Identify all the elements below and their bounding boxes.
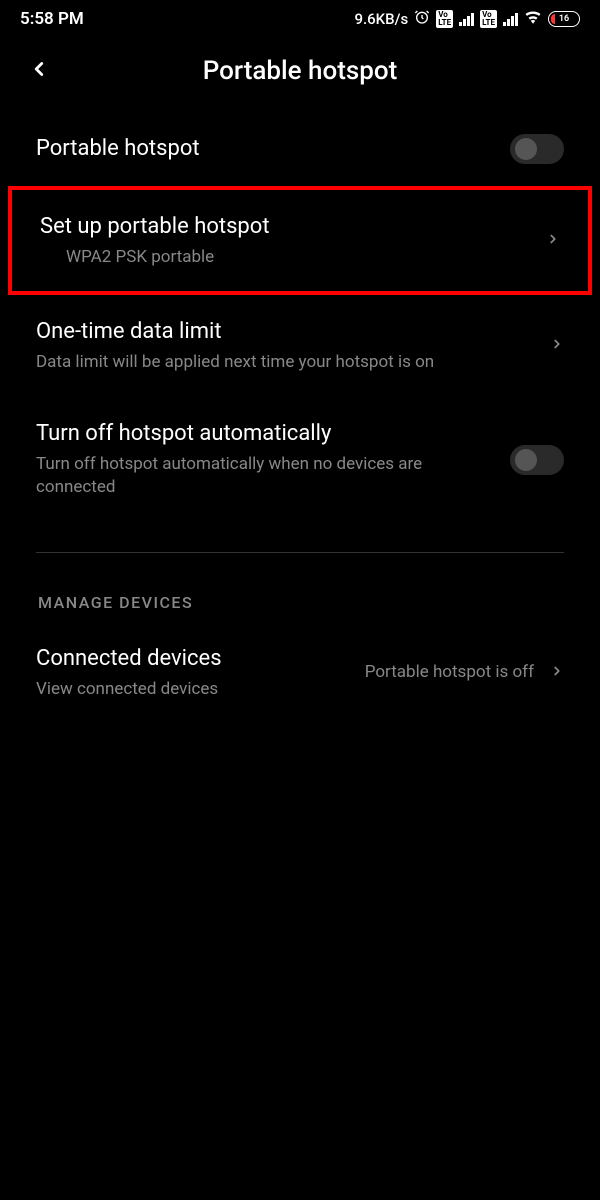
hotspot-toggle-row[interactable]: Portable hotspot <box>8 112 592 186</box>
setup-hotspot-text: Set up portable hotspot WPA2 PSK portabl… <box>40 212 530 269</box>
data-limit-subtitle: Data limit will be applied next time you… <box>36 351 534 375</box>
connected-devices-row[interactable]: Connected devices View connected devices… <box>8 622 592 723</box>
auto-off-row[interactable]: Turn off hotspot automatically Turn off … <box>8 397 592 522</box>
alarm-icon <box>414 9 430 29</box>
lte-badge-1: VoLTE <box>436 10 453 28</box>
connected-devices-text: Connected devices View connected devices <box>36 644 349 701</box>
header: Portable hotspot <box>0 36 600 112</box>
status-indicators: 9.6KB/s VoLTE VoLTE 16 <box>354 9 580 29</box>
signal-icon-2 <box>503 13 518 26</box>
section-manage-devices: MANAGE DEVICES <box>8 553 592 622</box>
auto-off-toggle[interactable] <box>510 445 564 475</box>
auto-off-title: Turn off hotspot automatically <box>36 419 494 449</box>
setup-hotspot-title: Set up portable hotspot <box>40 212 530 242</box>
back-button[interactable] <box>28 58 50 84</box>
wifi-icon <box>524 10 542 28</box>
page-title: Portable hotspot <box>20 56 580 86</box>
chevron-right-icon <box>546 228 560 254</box>
hotspot-toggle[interactable] <box>510 134 564 164</box>
toggle-knob <box>515 449 537 471</box>
toggle-knob <box>515 138 537 160</box>
lte-badge-2: VoLTE <box>480 10 497 28</box>
content: Portable hotspot Set up portable hotspot… <box>0 112 600 724</box>
status-bar: 5:58 PM 9.6KB/s VoLTE VoLTE 16 <box>0 0 600 36</box>
signal-icon-1 <box>459 13 474 26</box>
chevron-right-icon <box>550 660 564 686</box>
battery-icon: 16 <box>548 11 580 27</box>
data-limit-text: One-time data limit Data limit will be a… <box>36 317 534 374</box>
connected-devices-title: Connected devices <box>36 644 349 674</box>
connected-devices-subtitle: View connected devices <box>36 678 349 702</box>
chevron-right-icon <box>550 333 564 359</box>
auto-off-subtitle: Turn off hotspot automatically when no d… <box>36 453 494 501</box>
status-time: 5:58 PM <box>20 9 84 29</box>
data-limit-title: One-time data limit <box>36 317 534 347</box>
connected-devices-value: Portable hotspot is off <box>365 661 534 685</box>
setup-hotspot-row[interactable]: Set up portable hotspot WPA2 PSK portabl… <box>8 186 592 295</box>
setup-hotspot-subtitle: WPA2 PSK portable <box>40 246 530 270</box>
data-speed: 9.6KB/s <box>354 10 408 28</box>
data-limit-row[interactable]: One-time data limit Data limit will be a… <box>8 295 592 396</box>
hotspot-toggle-text: Portable hotspot <box>36 134 494 164</box>
hotspot-toggle-title: Portable hotspot <box>36 134 494 164</box>
auto-off-text: Turn off hotspot automatically Turn off … <box>36 419 494 500</box>
